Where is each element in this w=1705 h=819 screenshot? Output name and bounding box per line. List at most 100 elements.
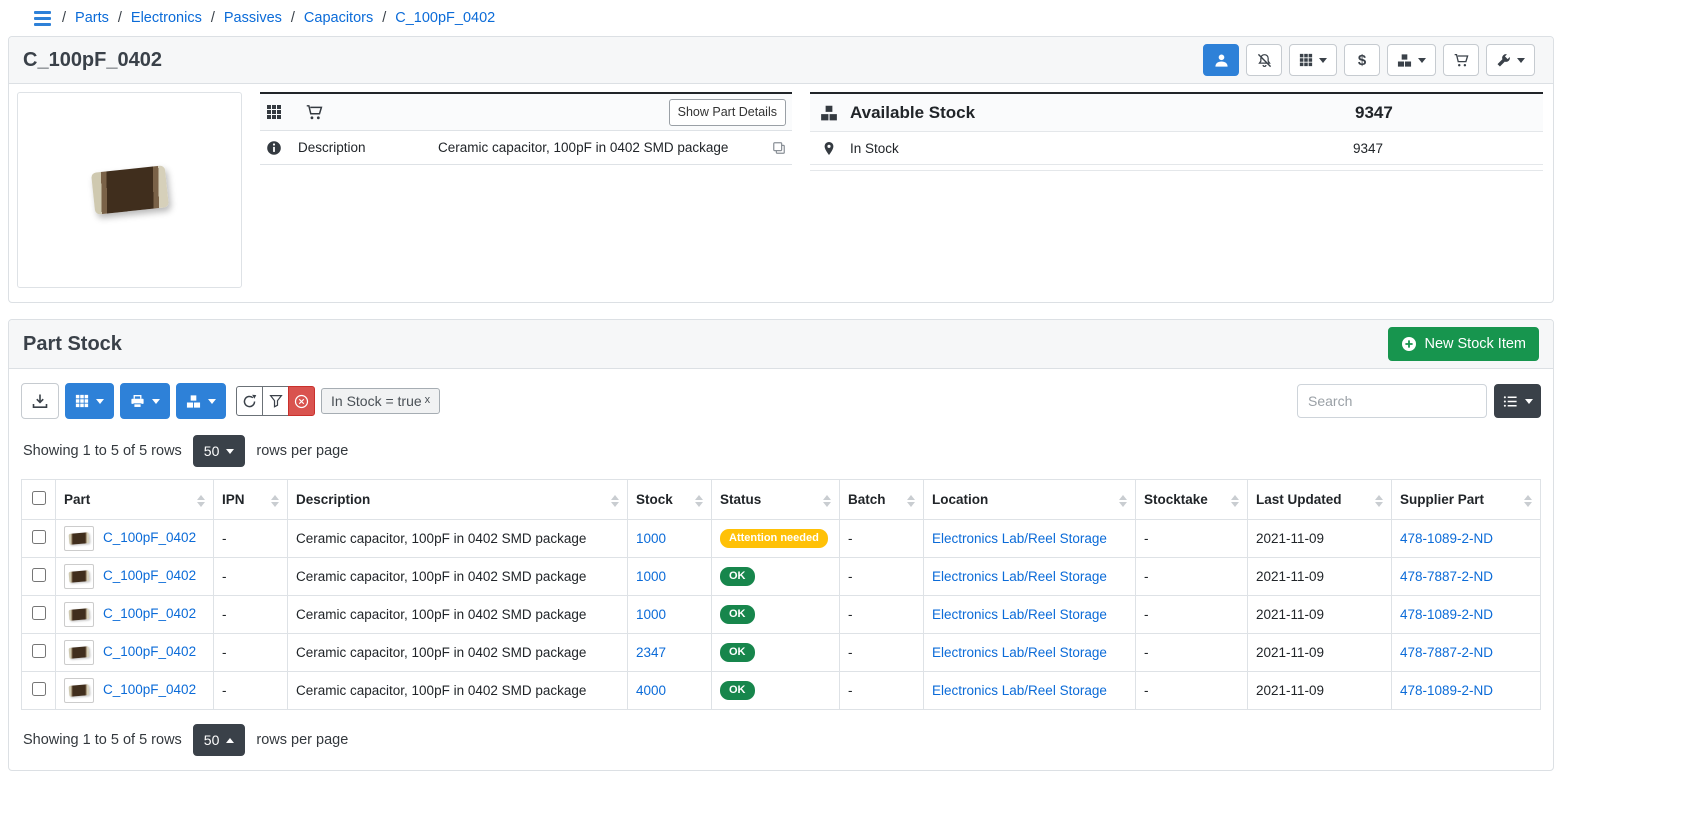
sort-icon bbox=[695, 495, 703, 507]
part-link[interactable]: C_100pF_0402 bbox=[103, 606, 196, 621]
row-checkbox[interactable] bbox=[32, 644, 46, 658]
breadcrumb-item-capacitors[interactable]: Capacitors bbox=[304, 10, 373, 26]
filter-chip-remove[interactable]: x bbox=[425, 394, 431, 406]
print-dropdown-button[interactable] bbox=[120, 383, 170, 419]
page-size-dropdown[interactable]: 50 bbox=[193, 435, 246, 467]
supplier-part-link[interactable]: 478-1089-2-ND bbox=[1400, 683, 1493, 698]
stock-options-dropdown-button[interactable] bbox=[176, 383, 226, 419]
stock-link[interactable]: 2347 bbox=[636, 645, 666, 660]
part-options-button[interactable] bbox=[1486, 44, 1535, 76]
stock-table-toolbar: In Stock = true x bbox=[21, 383, 1541, 419]
breadcrumb-item-electronics[interactable]: Electronics bbox=[131, 10, 202, 26]
sort-icon bbox=[1119, 495, 1127, 507]
row-checkbox[interactable] bbox=[32, 606, 46, 620]
location-link[interactable]: Electronics Lab/Reel Storage bbox=[932, 531, 1107, 546]
caret-down-icon bbox=[208, 399, 216, 404]
barcode-actions-button[interactable] bbox=[1289, 44, 1337, 76]
location-link[interactable]: Electronics Lab/Reel Storage bbox=[932, 569, 1107, 584]
breadcrumb-item-parts[interactable]: Parts bbox=[75, 10, 109, 26]
barcode-dropdown-button[interactable] bbox=[65, 383, 114, 419]
supplier-part-link[interactable]: 478-1089-2-ND bbox=[1400, 607, 1493, 622]
filter-button-group bbox=[236, 386, 315, 416]
copy-icon[interactable] bbox=[772, 141, 786, 155]
new-stock-item-button[interactable]: New Stock Item bbox=[1388, 327, 1539, 361]
batch-cell: - bbox=[840, 634, 924, 672]
row-checkbox[interactable] bbox=[32, 568, 46, 582]
column-header-description[interactable]: Description bbox=[288, 480, 628, 520]
caret-down-icon bbox=[152, 399, 160, 404]
part-stock-header: Part Stock New Stock Item bbox=[9, 320, 1553, 369]
showing-rows-text: Showing 1 to 5 of 5 rows bbox=[23, 443, 182, 459]
filter-button[interactable] bbox=[262, 386, 289, 416]
row-checkbox[interactable] bbox=[32, 682, 46, 696]
part-thumbnail bbox=[64, 678, 94, 703]
stocktake-cell: - bbox=[1136, 672, 1248, 710]
breadcrumb-separator: / bbox=[382, 10, 386, 26]
order-actions-button[interactable] bbox=[1443, 44, 1479, 76]
last-updated-cell: 2021-11-09 bbox=[1248, 558, 1392, 596]
stocktake-cell: - bbox=[1136, 634, 1248, 672]
part-link[interactable]: C_100pF_0402 bbox=[103, 682, 196, 697]
row-checkbox[interactable] bbox=[32, 530, 46, 544]
available-stock-panel: Available Stock 9347 In Stock 9347 bbox=[810, 92, 1543, 171]
subscribe-button[interactable] bbox=[1203, 44, 1239, 76]
boxes-icon bbox=[1397, 53, 1412, 68]
column-header-last-updated[interactable]: Last Updated bbox=[1248, 480, 1392, 520]
description-cell: Ceramic capacitor, 100pF in 0402 SMD pac… bbox=[288, 672, 628, 710]
show-part-details-button[interactable]: Show Part Details bbox=[669, 99, 786, 126]
export-button[interactable] bbox=[21, 383, 59, 419]
column-select-button[interactable] bbox=[1494, 384, 1541, 418]
supplier-part-link[interactable]: 478-7887-2-ND bbox=[1400, 645, 1493, 660]
location-link[interactable]: Electronics Lab/Reel Storage bbox=[932, 645, 1107, 660]
batch-cell: - bbox=[840, 672, 924, 710]
location-link[interactable]: Electronics Lab/Reel Storage bbox=[932, 607, 1107, 622]
location-pin-icon bbox=[822, 141, 836, 156]
stock-link[interactable]: 4000 bbox=[636, 683, 666, 698]
printer-icon bbox=[130, 394, 145, 409]
breadcrumb-separator: / bbox=[118, 10, 122, 26]
caret-down-icon bbox=[1319, 58, 1327, 63]
column-header-stocktake[interactable]: Stocktake bbox=[1136, 480, 1248, 520]
page-size-dropdown[interactable]: 50 bbox=[193, 724, 246, 756]
part-panel-header: C_100pF_0402 $ bbox=[9, 37, 1553, 84]
stock-link[interactable]: 1000 bbox=[636, 607, 666, 622]
ipn-cell: - bbox=[214, 596, 288, 634]
refresh-button[interactable] bbox=[236, 386, 263, 416]
column-header-supplier-part[interactable]: Supplier Part bbox=[1392, 480, 1541, 520]
part-link[interactable]: C_100pF_0402 bbox=[103, 568, 196, 583]
part-link[interactable]: C_100pF_0402 bbox=[103, 530, 196, 545]
stock-actions-button[interactable] bbox=[1387, 44, 1436, 76]
table-row: C_100pF_0402 - Ceramic capacitor, 100pF … bbox=[22, 558, 1541, 596]
column-header-status[interactable]: Status bbox=[712, 480, 840, 520]
supplier-part-link[interactable]: 478-7887-2-ND bbox=[1400, 569, 1493, 584]
showing-rows-text: Showing 1 to 5 of 5 rows bbox=[23, 732, 182, 748]
column-header-ipn[interactable]: IPN bbox=[214, 480, 288, 520]
search-input[interactable] bbox=[1297, 384, 1487, 418]
column-header-stock[interactable]: Stock bbox=[628, 480, 712, 520]
stock-link[interactable]: 1000 bbox=[636, 531, 666, 546]
status-badge: OK bbox=[720, 643, 755, 663]
column-header-part[interactable]: Part bbox=[56, 480, 214, 520]
menu-icon[interactable] bbox=[34, 11, 51, 26]
cart-icon[interactable] bbox=[306, 104, 323, 121]
select-all-checkbox[interactable] bbox=[32, 491, 46, 505]
pagination-top: Showing 1 to 5 of 5 rows 50 rows per pag… bbox=[23, 435, 1541, 467]
table-row: C_100pF_0402 - Ceramic capacitor, 100pF … bbox=[22, 672, 1541, 710]
list-icon bbox=[1503, 394, 1518, 409]
stock-link[interactable]: 1000 bbox=[636, 569, 666, 584]
column-header-batch[interactable]: Batch bbox=[840, 480, 924, 520]
part-image[interactable] bbox=[17, 92, 242, 288]
breadcrumb-item-passives[interactable]: Passives bbox=[224, 10, 282, 26]
clear-filters-button[interactable] bbox=[288, 386, 315, 416]
page: / Parts / Electronics / Passives / Capac… bbox=[8, 6, 1554, 771]
supplier-part-link[interactable]: 478-1089-2-ND bbox=[1400, 531, 1493, 546]
part-link[interactable]: C_100pF_0402 bbox=[103, 644, 196, 659]
column-header-location[interactable]: Location bbox=[924, 480, 1136, 520]
available-stock-header: Available Stock 9347 bbox=[810, 94, 1543, 132]
location-link[interactable]: Electronics Lab/Reel Storage bbox=[932, 683, 1107, 698]
description-cell: Ceramic capacitor, 100pF in 0402 SMD pac… bbox=[288, 596, 628, 634]
pricing-button[interactable]: $ bbox=[1344, 44, 1380, 76]
breadcrumb-item-current-part[interactable]: C_100pF_0402 bbox=[395, 10, 495, 26]
grid-icon bbox=[1299, 53, 1313, 67]
notifications-off-button[interactable] bbox=[1246, 44, 1282, 76]
